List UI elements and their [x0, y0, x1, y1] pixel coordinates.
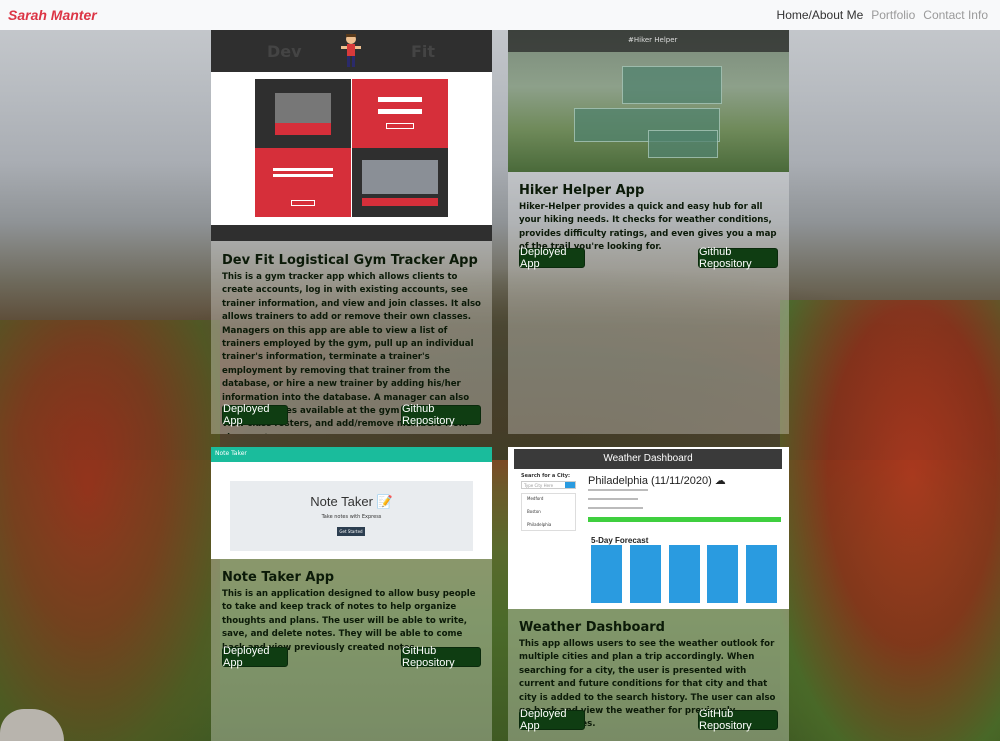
weather-shot-forecast-day — [746, 545, 777, 603]
weather-shot-search-icon — [565, 482, 575, 488]
devfit-shot-word-right: Fit — [411, 42, 436, 61]
brand-name[interactable]: Sarah Manter — [8, 7, 97, 23]
weather-shot-line — [588, 507, 643, 509]
notetaker-shot-bar-title: Note Taker — [215, 450, 247, 457]
devfit-shot-header: Dev Fit — [211, 30, 492, 72]
deployed-app-button[interactable]: Deployed App — [519, 246, 585, 270]
weather-shot-forecast-day — [669, 545, 700, 603]
deployed-app-button[interactable]: Deployed App — [222, 403, 288, 427]
weather-shot-history-item: Medford — [527, 496, 544, 501]
nav-links: Home/About Me Portfolio Contact Info — [777, 8, 988, 22]
weather-shot-line — [588, 489, 648, 491]
project-title: Note Taker App — [222, 570, 335, 585]
github-repo-button[interactable]: GitHub Repository — [401, 645, 481, 669]
nav-link-home[interactable]: Home/About Me — [777, 8, 864, 22]
github-repo-button[interactable]: Github Repository — [401, 403, 481, 427]
weather-shot-line — [588, 498, 638, 500]
project-title: Dev Fit Logistical Gym Tracker App — [222, 253, 478, 268]
weather-shot-search-placeholder: Type City Here — [524, 483, 554, 488]
devfit-screenshot: Dev Fit — [211, 30, 492, 241]
weather-shot-forecast-day — [707, 545, 738, 603]
weather-shot-forecast-day — [630, 545, 661, 603]
notetaker-shot-bar: Note Taker — [211, 447, 492, 462]
devfit-shot-grid — [255, 79, 448, 217]
nav-link-portfolio[interactable]: Portfolio — [871, 8, 915, 22]
devfit-shot-word-left: Dev — [267, 42, 302, 61]
weather-shot-uv-bar — [588, 517, 781, 522]
hiker-shot-panel — [648, 130, 718, 158]
devfit-shot-cell — [255, 148, 351, 217]
navbar: Sarah Manter Home/About Me Portfolio Con… — [0, 0, 1000, 30]
project-title: Hiker Helper App — [519, 183, 645, 198]
devfit-shot-footer — [211, 225, 492, 241]
github-repo-button[interactable]: GitHub Repository — [698, 708, 778, 732]
hiker-shot-bar: #Hiker Helper — [508, 30, 789, 52]
background-foliage-right — [780, 300, 1000, 741]
weather-shot-search-label: Search for a City: — [521, 473, 571, 479]
devfit-shot-cell — [255, 79, 351, 148]
weather-shot-history: Medford Boston Philadelphia — [521, 493, 576, 531]
notetaker-shot-heading: Note Taker 📝 — [310, 494, 393, 509]
weather-shot-history-item: Boston — [527, 509, 541, 514]
project-card-hiker: #Hiker Helper Hiker Helper App Hiker-Hel… — [508, 30, 789, 434]
weather-shot-city: Philadelphia (11/11/2020) ☁ — [588, 475, 726, 487]
project-title: Weather Dashboard — [519, 620, 665, 635]
devfit-shot-cell — [352, 148, 448, 217]
hiker-shot-panel — [622, 66, 722, 104]
weather-shot-header: Weather Dashboard — [514, 449, 782, 469]
notetaker-screenshot: Note Taker Note Taker 📝 Take notes with … — [211, 447, 492, 559]
project-card-devfit: Dev Fit Dev Fit Logistical Gym Tracker A… — [211, 30, 492, 434]
notetaker-shot-jumbotron: Note Taker 📝 Take notes with Express Get… — [230, 481, 473, 551]
hiker-shot-title: #Hiker Helper — [628, 36, 678, 44]
project-card-weather: Weather Dashboard Search for a City: Typ… — [508, 447, 789, 741]
weather-shot-history-item: Philadelphia — [527, 522, 552, 527]
deployed-app-button[interactable]: Deployed App — [519, 708, 585, 732]
devfit-mascot-icon — [341, 34, 361, 67]
weather-shot-forecast-title: 5-Day Forecast — [591, 536, 649, 545]
weather-shot-forecast-day — [591, 545, 622, 603]
project-card-notetaker: Note Taker Note Taker 📝 Take notes with … — [211, 447, 492, 741]
nav-link-contact[interactable]: Contact Info — [923, 8, 988, 22]
hiker-screenshot: #Hiker Helper — [508, 30, 789, 172]
notetaker-shot-button: Get Started — [337, 527, 365, 536]
weather-shot-search-input: Type City Here — [521, 481, 576, 489]
deployed-app-button[interactable]: Deployed App — [222, 645, 288, 669]
weather-screenshot: Weather Dashboard Search for a City: Typ… — [508, 447, 789, 609]
github-repo-button[interactable]: Github Repository — [698, 246, 778, 270]
background-foliage-left — [0, 320, 220, 741]
devfit-shot-cell — [352, 79, 448, 148]
notetaker-shot-sub: Take notes with Express — [321, 514, 382, 520]
